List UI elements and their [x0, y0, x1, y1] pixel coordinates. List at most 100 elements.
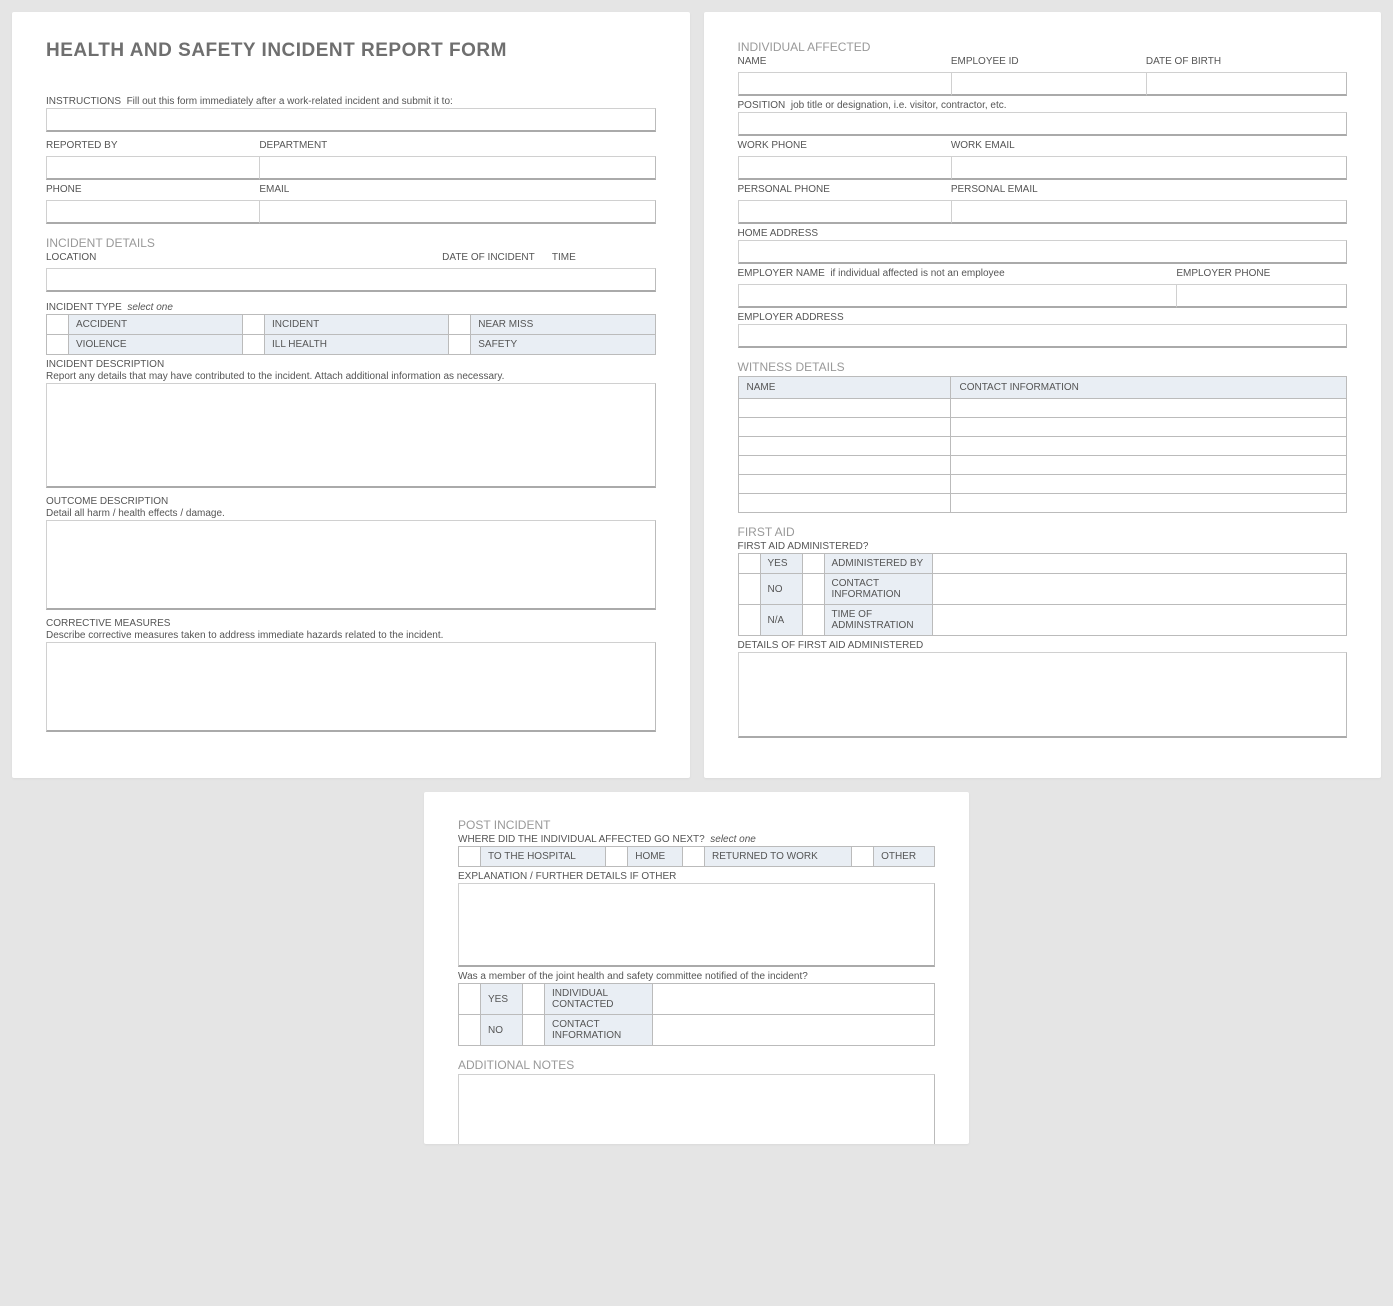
where-next-label: WHERE DID THE INDIVIDUAL AFFECTED GO NEX…: [458, 834, 935, 845]
admin-by-input[interactable]: [932, 554, 1347, 574]
reported-by-label: REPORTED BY: [46, 140, 259, 151]
witness-row-5-name[interactable]: [738, 475, 951, 494]
witness-row-4-contact[interactable]: [951, 456, 1347, 475]
type-safety: SAFETY: [471, 335, 655, 355]
checkbox-returned[interactable]: [683, 847, 705, 867]
personal-email-label: PERSONAL EMAIL: [951, 184, 1347, 195]
work-phone-input[interactable]: [738, 156, 951, 180]
checkbox-hospital[interactable]: [459, 847, 481, 867]
time-label: TIME: [552, 252, 656, 263]
checkbox-committee-no[interactable]: [459, 1015, 481, 1046]
work-email-input[interactable]: [951, 156, 1347, 180]
corrective-input[interactable]: [46, 642, 656, 732]
witness-row-3-name[interactable]: [738, 437, 951, 456]
employee-id-label: EMPLOYEE ID: [951, 56, 1146, 67]
employer-phone-input[interactable]: [1176, 284, 1347, 308]
type-incident: INCIDENT: [264, 315, 448, 335]
location-date-time-input[interactable]: [46, 268, 656, 292]
corrective-hint: Describe corrective measures taken to ad…: [46, 630, 656, 641]
name-input[interactable]: [738, 72, 951, 96]
email-label: EMAIL: [259, 184, 655, 195]
name-label: NAME: [738, 56, 951, 67]
witness-row-1-contact[interactable]: [951, 399, 1347, 418]
dest-hospital: TO THE HOSPITAL: [481, 847, 606, 867]
dob-input[interactable]: [1146, 72, 1347, 96]
witness-row-2-contact[interactable]: [951, 418, 1347, 437]
department-input[interactable]: [259, 156, 655, 180]
first-aid-heading: FIRST AID: [738, 525, 1348, 539]
where-next-table: TO THE HOSPITAL HOME RETURNED TO WORK OT…: [458, 846, 935, 867]
personal-phone-input[interactable]: [738, 200, 951, 224]
department-label: DEPARTMENT: [259, 140, 655, 151]
incident-type-label: INCIDENT TYPE select one: [46, 302, 656, 313]
location-label: LOCATION: [46, 252, 442, 263]
checkbox-na[interactable]: [738, 605, 760, 636]
committee-yes: YES: [481, 984, 523, 1015]
contact-info-input[interactable]: [932, 574, 1347, 605]
phone-input[interactable]: [46, 200, 259, 224]
employer-address-label: EMPLOYER ADDRESS: [738, 312, 1348, 323]
checkbox-home[interactable]: [606, 847, 628, 867]
ind-contacted-input[interactable]: [653, 984, 935, 1015]
witness-row-3-contact[interactable]: [951, 437, 1347, 456]
checkbox-violence[interactable]: [47, 335, 69, 355]
explanation-label: EXPLANATION / FURTHER DETAILS IF OTHER: [458, 871, 935, 882]
checkbox-no[interactable]: [738, 574, 760, 605]
witness-name-header: NAME: [738, 377, 951, 399]
details-first-aid-input[interactable]: [738, 652, 1348, 738]
personal-email-input[interactable]: [951, 200, 1347, 224]
outcome-desc-input[interactable]: [46, 520, 656, 610]
witness-row-2-name[interactable]: [738, 418, 951, 437]
reported-by-input[interactable]: [46, 156, 259, 180]
details-first-aid-label: DETAILS OF FIRST AID ADMINISTERED: [738, 640, 1348, 651]
employer-address-input[interactable]: [738, 324, 1348, 348]
committee-contact-input[interactable]: [653, 1015, 935, 1046]
incident-desc-label: INCIDENT DESCRIPTION: [46, 359, 656, 370]
checkbox-accident[interactable]: [47, 315, 69, 335]
checkbox-committee-yes[interactable]: [459, 984, 481, 1015]
ind-contacted-label: INDIVIDUAL CONTACTED: [545, 984, 653, 1015]
option-na: N/A: [760, 605, 802, 636]
checkbox-safety[interactable]: [449, 335, 471, 355]
witness-row-1-name[interactable]: [738, 399, 951, 418]
incident-desc-input[interactable]: [46, 383, 656, 488]
first-aid-table: YES ADMINISTERED BY NO CONTACT INFORMATI…: [738, 553, 1348, 636]
first-aid-admin-q: FIRST AID ADMINISTERED?: [738, 541, 1348, 552]
type-nearmiss: NEAR MISS: [471, 315, 655, 335]
form-title: HEALTH AND SAFETY INCIDENT REPORT FORM: [46, 40, 656, 62]
time-admin-input[interactable]: [932, 605, 1347, 636]
page-3: POST INCIDENT WHERE DID THE INDIVIDUAL A…: [424, 792, 969, 1144]
explanation-input[interactable]: [458, 883, 935, 967]
witness-row-4-name[interactable]: [738, 456, 951, 475]
checkbox-other[interactable]: [852, 847, 874, 867]
employer-name-input[interactable]: [738, 284, 1177, 308]
employer-phone-label: EMPLOYER PHONE: [1176, 268, 1347, 279]
employee-id-input[interactable]: [951, 72, 1146, 96]
additional-notes-input[interactable]: [458, 1074, 935, 1144]
checkbox-yes[interactable]: [738, 554, 760, 574]
instructions-input[interactable]: [46, 108, 656, 132]
position-input[interactable]: [738, 112, 1348, 136]
witness-details-heading: WITNESS DETAILS: [738, 360, 1348, 374]
checkbox-nearmiss[interactable]: [449, 315, 471, 335]
checkbox-incident[interactable]: [242, 315, 264, 335]
committee-table: YES INDIVIDUAL CONTACTED NO CONTACT INFO…: [458, 983, 935, 1046]
work-email-label: WORK EMAIL: [951, 140, 1347, 151]
witness-row-6-name[interactable]: [738, 494, 951, 513]
page-1: HEALTH AND SAFETY INCIDENT REPORT FORM I…: [12, 12, 690, 778]
personal-phone-label: PERSONAL PHONE: [738, 184, 951, 195]
option-yes: YES: [760, 554, 802, 574]
email-input[interactable]: [259, 200, 655, 224]
witness-contact-header: CONTACT INFORMATION: [951, 377, 1347, 399]
employer-name-label: EMPLOYER NAME if individual affected is …: [738, 268, 1177, 279]
additional-notes-heading: ADDITIONAL NOTES: [458, 1058, 935, 1072]
incident-desc-hint: Report any details that may have contrib…: [46, 371, 656, 382]
witness-row-6-contact[interactable]: [951, 494, 1347, 513]
checkbox-illhealth[interactable]: [242, 335, 264, 355]
instructions-label: INSTRUCTIONS Fill out this form immediat…: [46, 96, 656, 107]
date-incident-label: DATE OF INCIDENT: [442, 252, 552, 263]
witness-row-5-contact[interactable]: [951, 475, 1347, 494]
page-2: INDIVIDUAL AFFECTED NAME EMPLOYEE ID DAT…: [704, 12, 1382, 778]
dest-home: HOME: [628, 847, 683, 867]
home-address-input[interactable]: [738, 240, 1348, 264]
